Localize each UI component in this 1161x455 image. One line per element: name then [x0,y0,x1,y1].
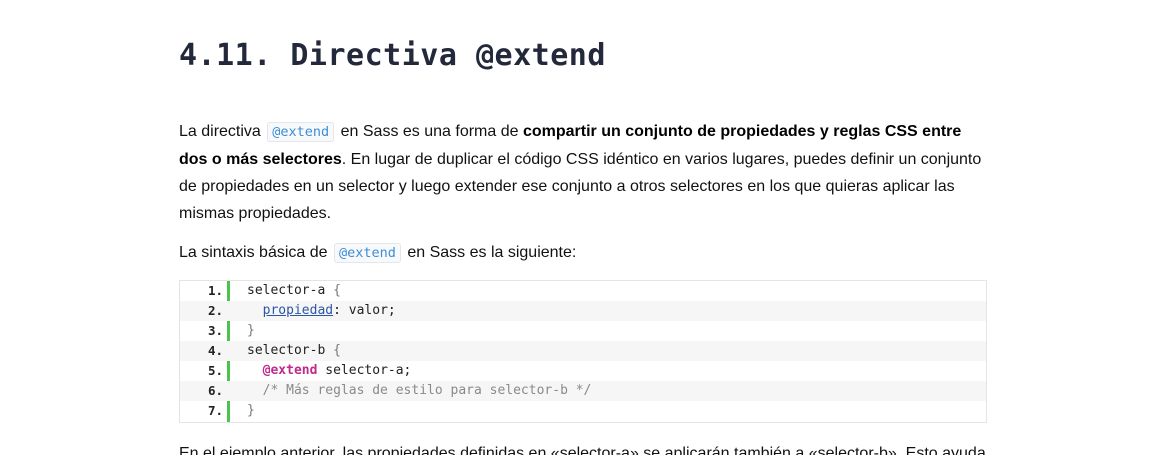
code-text: } [247,321,255,341]
code-text: selector-b { [247,341,341,361]
code-token-brace: { [333,283,341,298]
code-line: 2. propiedad: valor; [180,301,986,321]
intro-text-1: La directiva [179,123,261,140]
code-line: 1. selector-a { [180,281,986,301]
code-token-plain: selector-a; [317,363,412,378]
code-token-brace: { [333,343,341,358]
code-token-plain: selector-a [247,283,334,298]
code-token-brace: } [247,323,255,338]
line-number: 6. [207,383,223,398]
line-number: 1. [207,283,223,298]
line-number: 4. [207,343,223,358]
intro-text-2: en Sass es una forma de [340,123,519,140]
code-line: 3.} [180,321,986,341]
code-token-plain: selector-b [247,343,334,358]
line-number: 7. [207,403,223,418]
code-text: propiedad: valor; [247,301,396,321]
code-line: 4. selector-b { [180,341,986,361]
line-number: 2. [207,303,223,318]
code-line: 5. @extend selector-a; [180,361,986,381]
code-token-comment: /* Más reglas de estilo para selector-b … [262,383,592,398]
syntax-text-1: La sintaxis básica de [179,244,328,261]
code-text: @extend selector-a; [247,361,412,381]
code-block: 1. selector-a {2. propiedad: valor; 3.} 4. s… [179,280,987,423]
intro-paragraph: La directiva @extend en Sass es una form… [179,118,987,227]
code-text: /* Más reglas de estilo para selector-b … [247,381,592,401]
syntax-paragraph: La sintaxis básica de @extend en Sass es… [179,239,987,267]
code-token-plain: : valor; [333,303,396,318]
code-token-prop: propiedad [262,303,334,318]
page-title: 4.11. Directiva @extend [179,38,606,73]
code-line: 7.} [180,401,986,421]
code-line: 6. /* Más reglas de estilo para selector… [180,381,986,401]
intro-bold-2: más selectores [226,151,342,168]
code-token-brace: } [247,403,255,418]
code-text: selector-a { [247,281,341,301]
code-text: } [247,401,255,421]
example-paragraph: En el ejemplo anterior, las propiedades … [179,445,986,455]
syntax-text-2: en Sass es la siguiente: [407,244,577,261]
inline-code-extend-2: @extend [333,243,401,263]
inline-code-extend: @extend [267,122,335,142]
code-token-kw: @extend [262,363,318,378]
line-number: 3. [207,323,223,338]
line-number: 5. [207,363,223,378]
